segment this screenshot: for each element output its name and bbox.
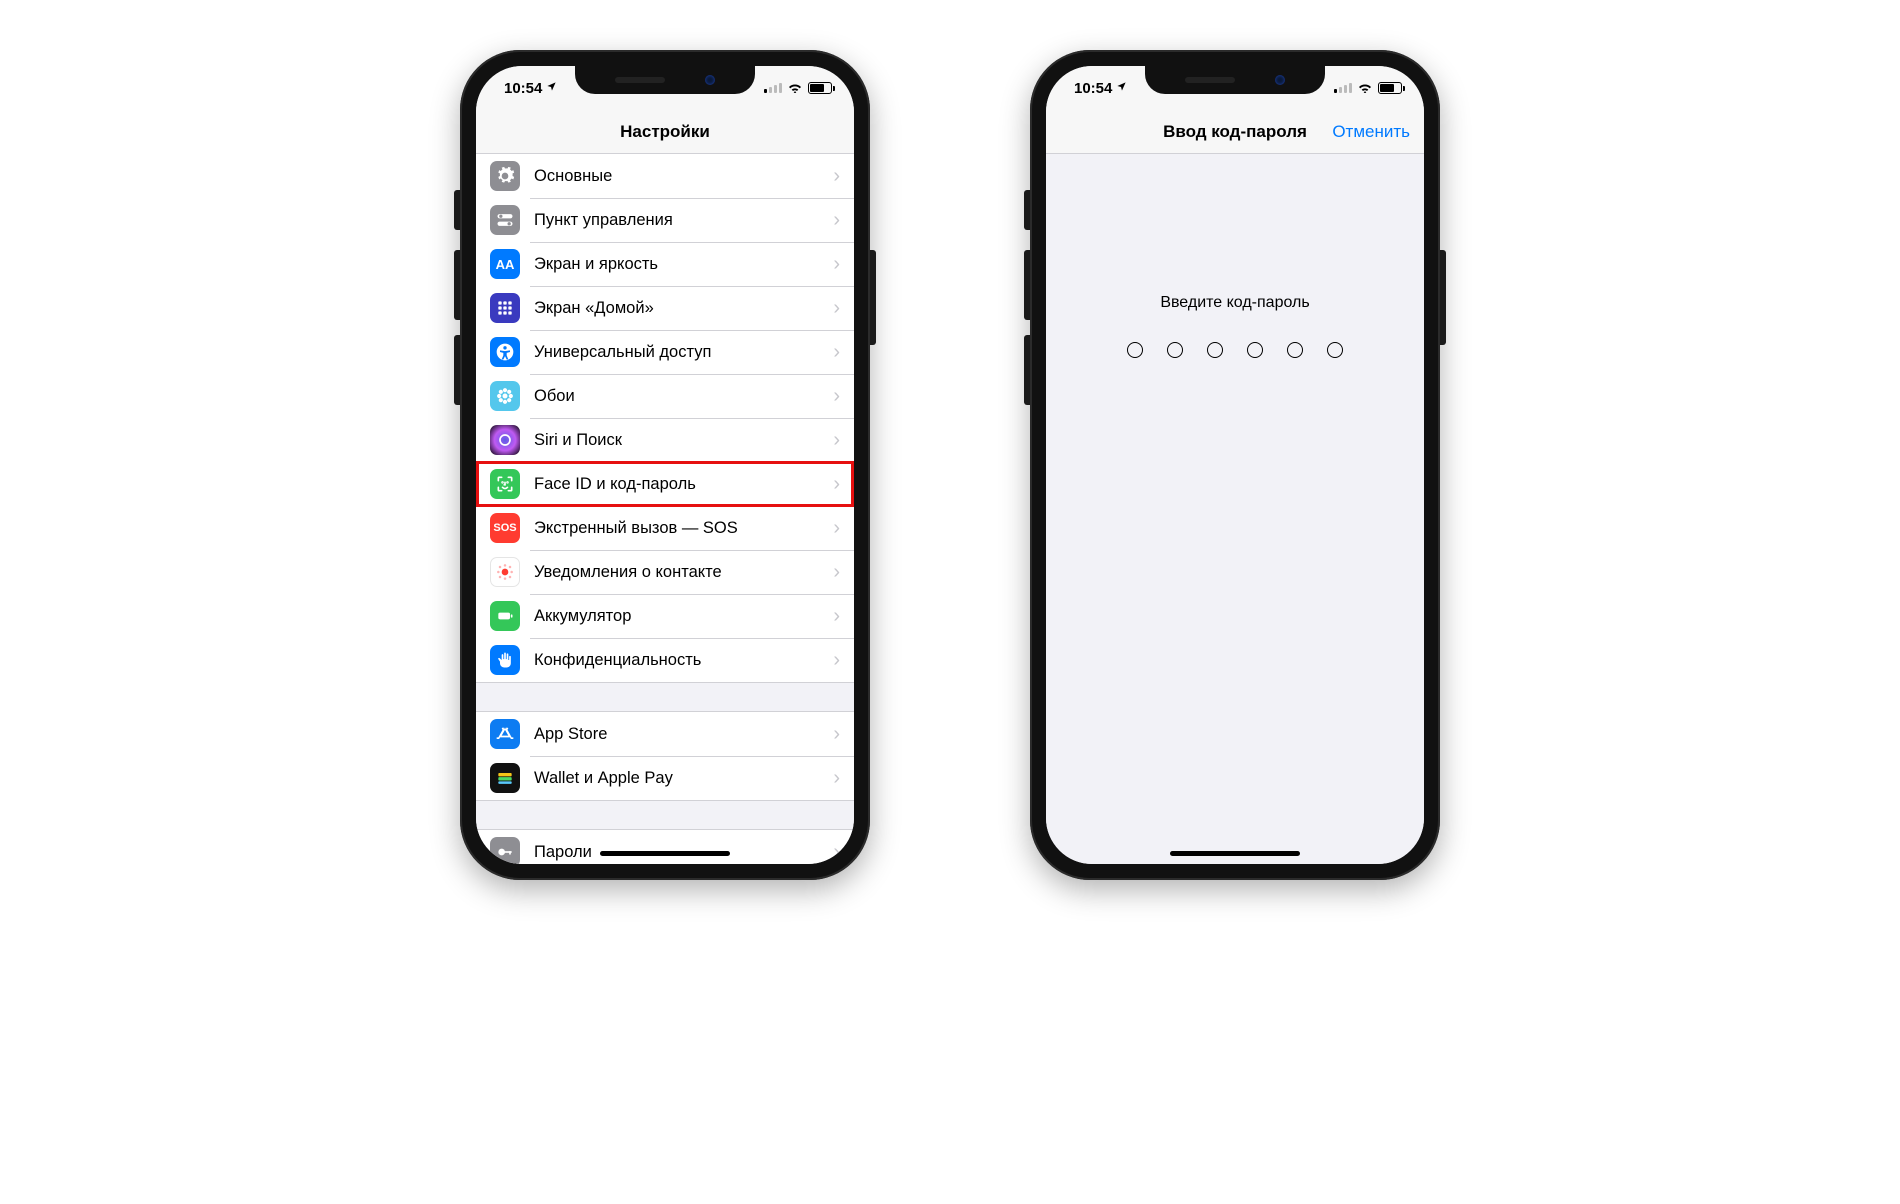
nav-header: Ввод код-пароля Отменить [1046, 110, 1424, 154]
homescreen-icon [490, 293, 520, 323]
privacy-icon [490, 645, 520, 675]
passcode-dot [1327, 342, 1343, 358]
settings-row-siri[interactable]: Siri и Поиск› [476, 418, 854, 462]
sos-icon: SOS [490, 513, 520, 543]
row-label: Конфиденциальность [534, 651, 833, 670]
row-label: Wallet и Apple Pay [534, 769, 833, 788]
status-time: 10:54 [1074, 80, 1112, 97]
passwords-icon [490, 837, 520, 864]
battery-icon [1378, 82, 1402, 94]
settings-row-sos[interactable]: SOS Экстренный вызов — SOS› [476, 506, 854, 550]
row-label: Аккумулятор [534, 607, 833, 626]
location-icon [546, 81, 557, 95]
settings-row-flower[interactable]: Обои› [476, 374, 854, 418]
passcode-dot [1127, 342, 1143, 358]
settings-list[interactable]: Основные›Пункт управления›AAЭкран и ярко… [476, 154, 854, 864]
row-label: Основные [534, 167, 833, 186]
row-label: Универсальный доступ [534, 343, 833, 362]
wifi-icon [787, 80, 803, 97]
settings-row-hand[interactable]: Конфиденциальность› [476, 638, 854, 682]
cancel-button[interactable]: Отменить [1332, 122, 1410, 142]
chevron-right-icon: › [833, 605, 840, 628]
chevron-right-icon: › [833, 517, 840, 540]
settings-row-switches[interactable]: Пункт управления› [476, 198, 854, 242]
row-label: Пункт управления [534, 211, 833, 230]
passcode-dot [1207, 342, 1223, 358]
settings-row-home-grid[interactable]: Экран «Домой»› [476, 286, 854, 330]
battery-icon [808, 82, 832, 94]
chevron-right-icon: › [833, 165, 840, 188]
location-icon [1116, 81, 1127, 95]
notch [575, 66, 755, 94]
row-label: Уведомления о контакте [534, 563, 833, 582]
page-title: Ввод код-пароля [1163, 122, 1307, 142]
chevron-right-icon: › [833, 473, 840, 496]
wallpaper-icon [490, 381, 520, 411]
passcode-prompt: Введите код-пароль [1160, 294, 1309, 312]
settings-row-aa[interactable]: AA Экран и яркость› [476, 242, 854, 286]
page-title: Настройки [620, 122, 710, 142]
settings-row-appstore[interactable]: App Store› [476, 712, 854, 756]
accessibility-icon [490, 337, 520, 367]
chevron-right-icon: › [833, 841, 840, 864]
status-time: 10:54 [504, 80, 542, 97]
chevron-right-icon: › [833, 253, 840, 276]
phone-left: 10:54 Настройки Основные›Пункт управлени… [460, 50, 870, 880]
notch [1145, 66, 1325, 94]
row-label: App Store [534, 725, 833, 744]
row-label: Экран «Домой» [534, 299, 833, 318]
passcode-dot [1247, 342, 1263, 358]
settings-row-gear[interactable]: Основные› [476, 154, 854, 198]
settings-row-keys[interactable]: Пароли› [476, 830, 854, 864]
nav-header: Настройки [476, 110, 854, 154]
chevron-right-icon: › [833, 341, 840, 364]
cell-signal-icon [1334, 83, 1352, 93]
row-label: Экран и яркость [534, 255, 833, 274]
chevron-right-icon: › [833, 561, 840, 584]
passcode-dot [1287, 342, 1303, 358]
wallet-icon [490, 763, 520, 793]
faceid-icon [490, 469, 520, 499]
passcode-screen: Введите код-пароль [1046, 154, 1424, 864]
home-indicator[interactable] [600, 851, 730, 856]
row-label: Экстренный вызов — SOS [534, 519, 833, 538]
home-indicator[interactable] [1170, 851, 1300, 856]
chevron-right-icon: › [833, 429, 840, 452]
siri-icon [490, 425, 520, 455]
display-icon: AA [490, 249, 520, 279]
chevron-right-icon: › [833, 297, 840, 320]
phone-right: 10:54 Ввод код-пароля Отменить Введите к… [1030, 50, 1440, 880]
chevron-right-icon: › [833, 767, 840, 790]
row-label: Siri и Поиск [534, 431, 833, 450]
wifi-icon [1357, 80, 1373, 97]
switches-icon [490, 205, 520, 235]
settings-row-exposure[interactable]: Уведомления о контакте› [476, 550, 854, 594]
settings-row-accessibility[interactable]: Универсальный доступ› [476, 330, 854, 374]
settings-row-battery[interactable]: Аккумулятор› [476, 594, 854, 638]
passcode-dots[interactable] [1127, 342, 1343, 358]
row-label: Обои [534, 387, 833, 406]
chevron-right-icon: › [833, 209, 840, 232]
chevron-right-icon: › [833, 385, 840, 408]
cell-signal-icon [764, 83, 782, 93]
gear-icon [490, 161, 520, 191]
exposure-icon [490, 557, 520, 587]
chevron-right-icon: › [833, 723, 840, 746]
chevron-right-icon: › [833, 649, 840, 672]
settings-row-faceid[interactable]: Face ID и код-пароль› [476, 462, 854, 506]
battery-settings-icon [490, 601, 520, 631]
settings-row-wallet[interactable]: Wallet и Apple Pay› [476, 756, 854, 800]
appstore-icon [490, 719, 520, 749]
passcode-dot [1167, 342, 1183, 358]
row-label: Face ID и код-пароль [534, 475, 833, 494]
